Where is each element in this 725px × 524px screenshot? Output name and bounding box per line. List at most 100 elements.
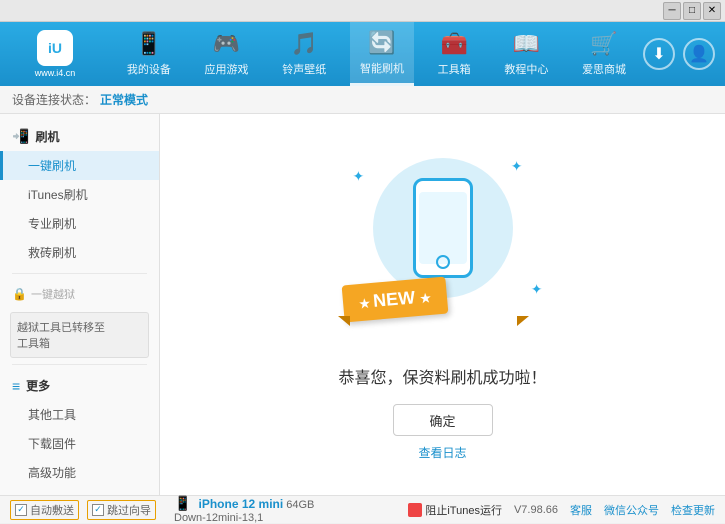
service-link[interactable]: 客服 <box>570 502 592 518</box>
nav-store-label: 爱思商城 <box>582 61 626 77</box>
stop-itunes-label: 阻止iTunes运行 <box>425 502 502 518</box>
title-bar: ─ □ ✕ <box>0 0 725 22</box>
nav-my-device[interactable]: 📱 我的设备 <box>117 22 181 86</box>
nav-smart-flash-icon: 🔄 <box>368 30 395 56</box>
nav-store-icon: 🛒 <box>590 31 617 57</box>
close-button[interactable]: ✕ <box>703 2 721 20</box>
sparkle-icon-3: ✦ <box>531 281 543 298</box>
nav-toolbox[interactable]: 🧰 工具箱 <box>428 22 481 86</box>
jailbreak-label: 一键越狱 <box>31 286 75 302</box>
sidebar-divider-1 <box>12 273 147 274</box>
nav-smart-flash-label: 智能刷机 <box>360 60 404 76</box>
skip-wizard-checkbox[interactable]: 跳过向导 <box>87 500 156 520</box>
phone-screen <box>419 192 467 264</box>
sidebar-section-flash: 📲 刷机 <box>0 122 159 151</box>
skip-wizard-check-icon <box>92 504 104 516</box>
sidebar-item-download-firmware[interactable]: 下载固件 <box>0 429 159 458</box>
nav-toolbox-icon: 🧰 <box>440 31 467 57</box>
bottom-bar: 自动敷送 跳过向导 📱 iPhone 12 mini 64GB Down-12m… <box>0 495 725 523</box>
sidebar-item-pro-flash[interactable]: 专业刷机 <box>0 209 159 238</box>
flash-section-icon: 📲 <box>12 128 29 145</box>
review-log-link[interactable]: 查看日志 <box>418 444 466 461</box>
bottom-right: 阻止iTunes运行 V7.98.66 客服 微信公众号 检查更新 <box>408 502 715 518</box>
new-badge: NEW <box>341 277 448 323</box>
nav-device-icon: 📱 <box>135 31 162 57</box>
one-click-flash-label: 一键刷机 <box>28 159 76 173</box>
logo-icon: iU <box>37 30 73 66</box>
nav-tutorials-icon: 📖 <box>513 31 540 57</box>
more-section-label: 更多 <box>26 377 50 394</box>
sidebar: 📲 刷机 一键刷机 iTunes刷机 专业刷机 救砖刷机 🔒 一键越狱 越狱工具… <box>0 114 160 495</box>
nav-store[interactable]: 🛒 爱思商城 <box>572 22 636 86</box>
nav-ringtones-icon: 🎵 <box>291 31 318 57</box>
nav-smart-flash[interactable]: 🔄 智能刷机 <box>350 22 414 86</box>
check-update-link[interactable]: 检查更新 <box>671 502 715 518</box>
nav-bar: 📱 我的设备 🎮 应用游戏 🎵 铃声壁纸 🔄 智能刷机 🧰 工具箱 📖 教程中心… <box>110 22 643 86</box>
phone-shape <box>413 178 473 278</box>
nav-ringtones-label: 铃声壁纸 <box>282 61 326 77</box>
nav-apps[interactable]: 🎮 应用游戏 <box>195 22 259 86</box>
more-section-icon: ≡ <box>12 378 20 394</box>
itunes-flash-label: iTunes刷机 <box>28 188 88 202</box>
logo-text: www.i4.cn <box>35 68 76 78</box>
auto-deliver-checkbox[interactable]: 自动敷送 <box>10 500 79 520</box>
version-text: V7.98.66 <box>514 504 558 516</box>
status-value: 正常模式 <box>100 91 148 108</box>
auto-deliver-check-icon <box>15 504 27 516</box>
auto-deliver-label: 自动敷送 <box>30 502 74 518</box>
jailbreak-note-text: 越狱工具已转移至工具箱 <box>17 322 105 350</box>
nav-toolbox-label: 工具箱 <box>438 61 471 77</box>
sidebar-item-advanced[interactable]: 高级功能 <box>0 458 159 487</box>
device-name: iPhone 12 mini <box>199 497 284 511</box>
sidebar-jailbreak-section: 🔒 一键越狱 <box>0 280 159 308</box>
minimize-button[interactable]: ─ <box>663 2 681 20</box>
nav-my-device-label: 我的设备 <box>127 61 171 77</box>
other-tools-label: 其他工具 <box>28 408 76 422</box>
maximize-button[interactable]: □ <box>683 2 701 20</box>
sidebar-section-more: ≡ 更多 <box>0 371 159 400</box>
confirm-button-label: 确定 <box>429 411 455 430</box>
sidebar-item-itunes-flash[interactable]: iTunes刷机 <box>0 180 159 209</box>
phone-home-button <box>436 255 450 269</box>
pro-flash-label: 专业刷机 <box>28 217 76 231</box>
header: iU www.i4.cn 📱 我的设备 🎮 应用游戏 🎵 铃声壁纸 🔄 智能刷机… <box>0 22 725 86</box>
lock-icon: 🔒 <box>12 287 27 301</box>
new-badge-text: NEW <box>372 287 416 311</box>
stop-icon <box>408 503 422 517</box>
nav-apps-label: 应用游戏 <box>205 61 249 77</box>
download-button[interactable]: ⬇ <box>643 38 675 70</box>
nav-tutorials[interactable]: 📖 教程中心 <box>494 22 558 86</box>
sidebar-item-one-click-flash[interactable]: 一键刷机 <box>0 151 159 180</box>
advanced-label: 高级功能 <box>28 466 76 480</box>
download-firmware-label: 下载固件 <box>28 437 76 451</box>
header-actions: ⬇ 👤 <box>643 38 725 70</box>
sidebar-item-save-flash[interactable]: 救砖刷机 <box>0 238 159 267</box>
confirm-button[interactable]: 确定 <box>393 404 493 436</box>
ribbon-right <box>517 316 529 326</box>
success-illustration: ✦ ✦ ✦ NEW <box>333 148 553 348</box>
nav-ringtones[interactable]: 🎵 铃声壁纸 <box>272 22 336 86</box>
jailbreak-note: 越狱工具已转移至工具箱 <box>10 312 149 358</box>
flash-section-label: 刷机 <box>35 128 59 145</box>
status-label: 设备连接状态： <box>12 91 96 108</box>
device-storage: 64GB <box>286 499 314 511</box>
wechat-link[interactable]: 微信公众号 <box>604 502 659 518</box>
sidebar-divider-2 <box>12 364 147 365</box>
nav-apps-icon: 🎮 <box>213 31 240 57</box>
logo-area: iU www.i4.cn <box>0 30 110 78</box>
ribbon-left <box>338 316 350 326</box>
sparkle-icon-2: ✦ <box>511 158 523 175</box>
stop-itunes-control[interactable]: 阻止iTunes运行 <box>408 502 502 518</box>
sidebar-item-other-tools[interactable]: 其他工具 <box>0 400 159 429</box>
skip-wizard-label: 跳过向导 <box>107 502 151 518</box>
success-text: 恭喜您，保资料刷机成功啦！ <box>338 364 546 388</box>
main-layout: 📲 刷机 一键刷机 iTunes刷机 专业刷机 救砖刷机 🔒 一键越狱 越狱工具… <box>0 114 725 495</box>
bottom-left: 自动敷送 跳过向导 📱 iPhone 12 mini 64GB Down-12m… <box>10 495 408 524</box>
device-model: Down-12mini-13,1 <box>174 512 314 524</box>
device-info: 📱 iPhone 12 mini 64GB Down-12mini-13,1 <box>174 495 314 524</box>
user-button[interactable]: 👤 <box>683 38 715 70</box>
save-flash-label: 救砖刷机 <box>28 246 76 260</box>
sparkle-icon-1: ✦ <box>353 168 365 185</box>
nav-tutorials-label: 教程中心 <box>504 61 548 77</box>
status-bar: 设备连接状态： 正常模式 <box>0 86 725 114</box>
